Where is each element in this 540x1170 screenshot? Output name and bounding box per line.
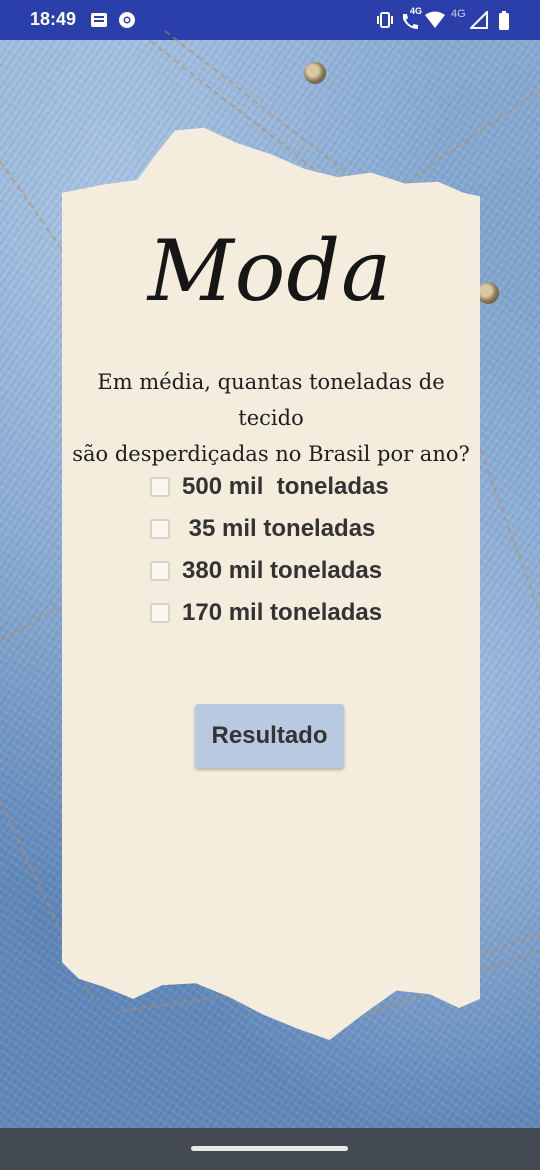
question-line: Em média, quantas toneladas de tecido	[97, 370, 445, 430]
option-380-mil[interactable]: 380 mil toneladas	[150, 550, 389, 592]
option-500-mil[interactable]: 500 mil toneladas	[150, 466, 389, 508]
status-time: 18:49	[30, 9, 77, 29]
checkbox[interactable]	[150, 561, 170, 581]
option-170-mil[interactable]: 170 mil toneladas	[150, 592, 389, 634]
option-label: 170 mil toneladas	[182, 599, 383, 626]
option-label: 35 mil toneladas	[182, 515, 376, 542]
notes-icon	[90, 11, 108, 34]
answer-options: 500 mil toneladas 35 mil toneladas 380 m…	[150, 466, 389, 634]
question-text: Em média, quantas toneladas de tecido sã…	[62, 364, 480, 472]
vibrate-icon	[376, 11, 394, 34]
signal-icon	[468, 9, 488, 34]
wifi-icon	[425, 11, 445, 34]
checkbox[interactable]	[150, 603, 170, 623]
rivet	[304, 62, 326, 84]
result-button[interactable]: Resultado	[195, 704, 344, 768]
option-label: 500 mil toneladas	[182, 473, 389, 500]
network-type-label-2: 4G	[451, 8, 466, 20]
navigation-bar	[0, 1128, 540, 1170]
network-type-label: 4G	[410, 6, 423, 16]
checkbox[interactable]	[150, 519, 170, 539]
option-35-mil[interactable]: 35 mil toneladas	[150, 508, 389, 550]
chrome-icon	[118, 11, 136, 34]
battery-icon	[498, 11, 510, 36]
home-gesture-handle[interactable]	[191, 1146, 348, 1151]
status-bar: 18:49 4G 4G	[0, 0, 540, 40]
checkbox[interactable]	[150, 477, 170, 497]
page-title: Moda	[147, 222, 393, 320]
option-label: 380 mil toneladas	[182, 557, 383, 584]
